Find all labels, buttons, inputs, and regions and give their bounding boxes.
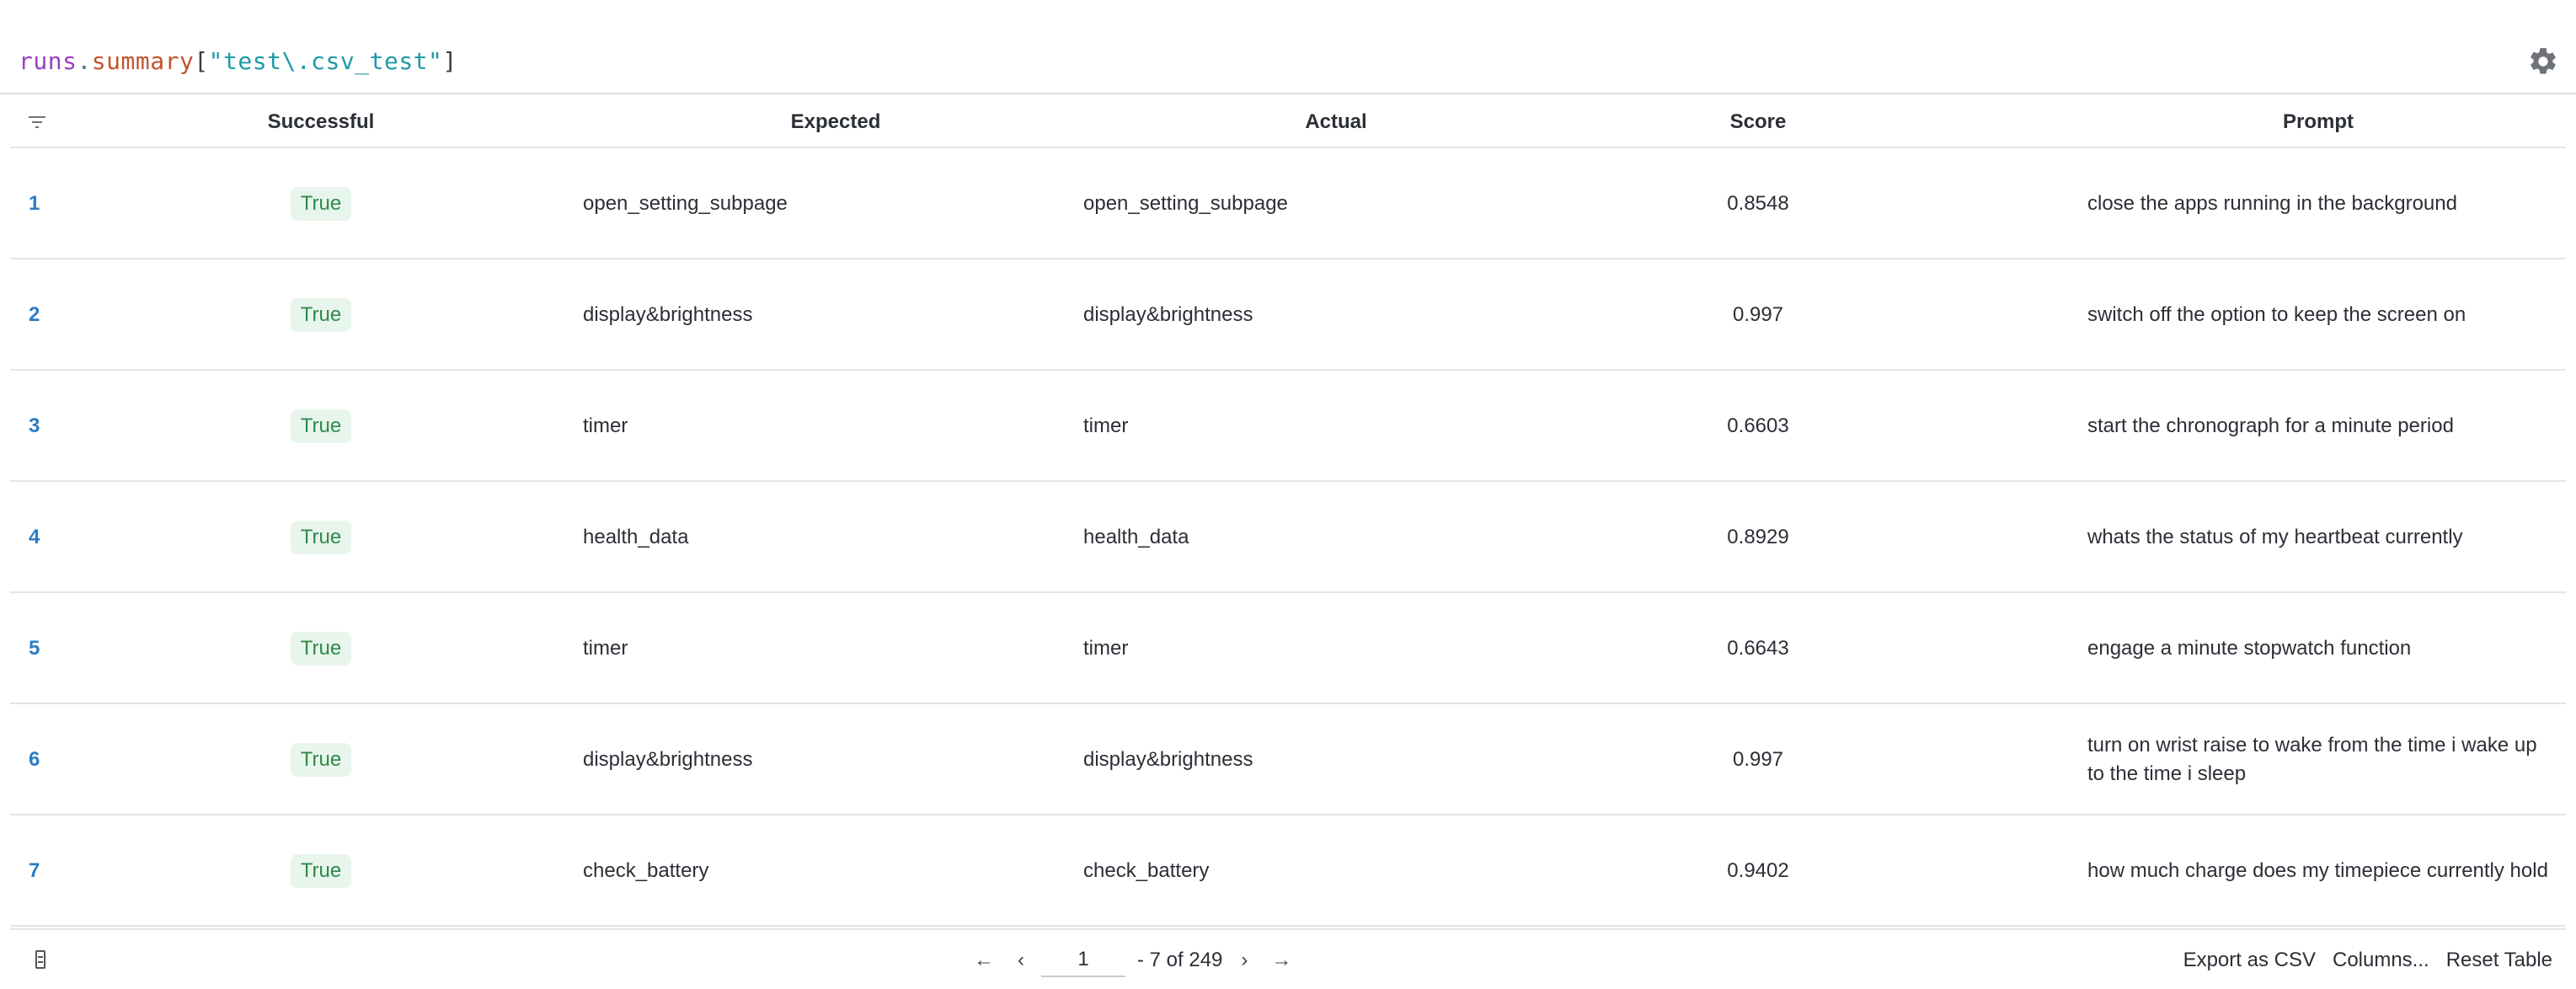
true-badge: True — [290, 632, 352, 666]
query-string: "test\.csv_test" — [208, 47, 443, 75]
columns-button[interactable]: Columns... — [2333, 949, 2429, 972]
table-row: 3 True timer timer 0.6603 start the chro… — [10, 371, 2566, 482]
actual-cell: health_data — [1083, 526, 1189, 548]
successful-cell: True — [263, 259, 379, 371]
successful-cell: True — [263, 593, 379, 704]
next-page-button[interactable]: › — [1229, 949, 1259, 972]
gear-icon[interactable] — [2527, 45, 2559, 78]
row-index-link[interactable]: 4 — [29, 482, 79, 593]
successful-cell: True — [263, 371, 379, 482]
table-row: 6 True display&brightness display&bright… — [10, 704, 2566, 815]
query-close-bracket: ] — [442, 47, 457, 75]
column-header-actual[interactable]: Actual — [1083, 96, 1589, 148]
score-cell: 0.9402 — [1727, 859, 1789, 882]
last-page-button[interactable]: → — [1259, 949, 1303, 972]
expected-cell: check_battery — [583, 859, 709, 882]
successful-cell: True — [263, 704, 379, 815]
successful-cell: True — [263, 148, 379, 259]
table-row: 1 True open_setting_subpage open_setting… — [10, 148, 2566, 259]
columns-icon[interactable] — [35, 950, 45, 969]
table-row: 7 True check_battery check_battery 0.940… — [10, 815, 2566, 927]
row-index-link[interactable]: 7 — [29, 815, 79, 927]
prev-page-button[interactable]: ‹ — [1006, 949, 1036, 972]
true-badge: True — [290, 854, 352, 888]
row-index-link[interactable]: 5 — [29, 593, 79, 704]
score-cell: 0.997 — [1732, 303, 1784, 326]
true-badge: True — [290, 298, 352, 332]
actual-cell: timer — [1083, 637, 1129, 660]
first-page-button[interactable]: ← — [962, 949, 1006, 972]
true-badge: True — [290, 187, 352, 221]
score-cell: 0.8929 — [1727, 526, 1789, 548]
column-header-expected[interactable]: Expected — [583, 96, 1088, 148]
expected-cell: timer — [583, 637, 628, 660]
prompt-cell: how much charge does my timepiece curren… — [2087, 859, 2548, 882]
query-open-bracket: [ — [194, 47, 209, 75]
expected-cell: display&brightness — [583, 748, 753, 771]
actual-cell: display&brightness — [1083, 303, 1253, 326]
column-header-score[interactable]: Score — [1695, 96, 1821, 148]
results-table: Successful Expected Actual Score Prompt … — [10, 96, 2566, 927]
expected-cell: timer — [583, 414, 628, 437]
prompt-cell: whats the status of my heartbeat current… — [2087, 526, 2463, 548]
row-index-link[interactable]: 6 — [29, 704, 79, 815]
export-csv-button[interactable]: Export as CSV — [2183, 949, 2316, 972]
expected-cell: display&brightness — [583, 303, 753, 326]
prompt-cell: turn on wrist raise to wake from the tim… — [2087, 734, 2537, 785]
actual-cell: open_setting_subpage — [1083, 192, 1288, 215]
prompt-cell: engage a minute stopwatch function — [2087, 637, 2412, 660]
filter-icon[interactable] — [29, 115, 45, 130]
score-cell: 0.997 — [1732, 748, 1784, 771]
expected-cell: open_setting_subpage — [583, 192, 788, 215]
true-badge: True — [290, 743, 352, 777]
actual-cell: display&brightness — [1083, 748, 1253, 771]
true-badge: True — [290, 409, 352, 443]
table-header: Successful Expected Actual Score Prompt — [10, 96, 2566, 148]
page-number-input[interactable] — [1041, 944, 1125, 977]
score-cell: 0.6603 — [1727, 414, 1789, 437]
table-row: 4 True health_data health_data 0.8929 wh… — [10, 482, 2566, 593]
column-header-prompt[interactable]: Prompt — [2087, 96, 2549, 148]
score-cell: 0.6643 — [1727, 637, 1789, 660]
page-range-text: - 7 of 249 — [1137, 949, 1223, 971]
table-row: 5 True timer timer 0.6643 engage a minut… — [10, 593, 2566, 704]
query-bar: runs.summary["test\.csv_test"] — [0, 0, 2576, 94]
query-keyword: runs — [19, 47, 77, 75]
reset-table-button[interactable]: Reset Table — [2446, 949, 2552, 972]
successful-cell: True — [263, 482, 379, 593]
query-property: summary — [91, 47, 195, 75]
actual-cell: timer — [1083, 414, 1129, 437]
table-footer: ← ‹ - 7 of 249 › → Export as CSV Columns… — [10, 928, 2566, 989]
pagination: ← ‹ - 7 of 249 › → — [962, 930, 1303, 989]
row-index-link[interactable]: 1 — [29, 148, 79, 259]
actual-cell: check_battery — [1083, 859, 1210, 882]
prompt-cell: start the chronograph for a minute perio… — [2087, 414, 2454, 437]
true-badge: True — [290, 521, 352, 554]
score-cell: 0.8548 — [1727, 192, 1789, 215]
query-expression[interactable]: runs.summary["test\.csv_test"] — [19, 47, 457, 75]
successful-cell: True — [263, 815, 379, 927]
prompt-cell: close the apps running in the background — [2087, 192, 2457, 215]
table-row: 2 True display&brightness display&bright… — [10, 259, 2566, 371]
query-dot: . — [77, 47, 92, 75]
column-header-successful[interactable]: Successful — [263, 96, 379, 148]
expected-cell: health_data — [583, 526, 689, 548]
row-index-link[interactable]: 2 — [29, 259, 79, 371]
table-actions: Export as CSV Columns... Reset Table — [2183, 930, 2552, 989]
row-index-link[interactable]: 3 — [29, 371, 79, 482]
prompt-cell: switch off the option to keep the screen… — [2087, 303, 2466, 326]
